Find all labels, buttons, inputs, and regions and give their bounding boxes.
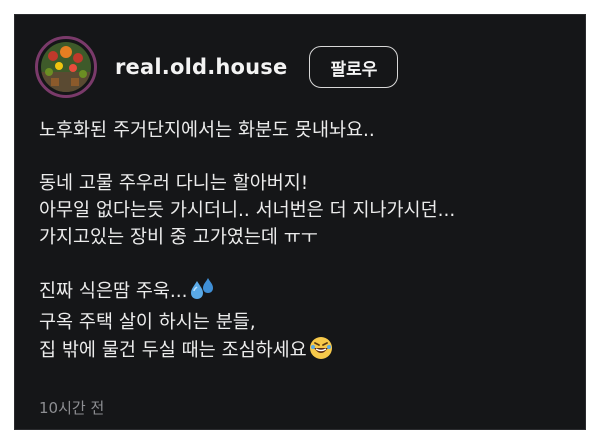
post-card: real.old.house 팔로우 노후화된 주거단지에서는 화분도 못내놔요… (14, 14, 586, 430)
username[interactable]: real.old.house (115, 55, 287, 79)
post-header: real.old.house 팔로우 (35, 29, 565, 105)
caption-line: 동네 고물 주우러 다니는 할아버지! (39, 173, 309, 194)
caption-line: 진짜 식은땀 주욱... (39, 281, 188, 302)
post-timestamp: 10시간 전 (39, 399, 105, 417)
avatar-image (41, 42, 91, 92)
rolling-laughing-face-icon (309, 336, 333, 368)
follow-button[interactable]: 팔로우 (309, 46, 399, 88)
caption-line: 노후화된 주거단지에서는 화분도 못내놔요.. (39, 120, 375, 141)
caption-line: 가지고있는 장비 중 고가였는데 ㅠㅜ (39, 227, 318, 248)
caption-line: 구옥 주택 살이 하시는 분들, (39, 312, 256, 333)
sweat-droplets-icon (190, 277, 216, 309)
avatar[interactable] (35, 36, 97, 98)
caption-line-with-emoji: 진짜 식은땀 주욱... (39, 277, 579, 309)
post-caption: 노후화된 주거단지에서는 화분도 못내놔요.. 동네 고물 주우러 다니는 할아… (39, 117, 579, 368)
caption-line: 집 밖에 물건 두실 때는 조심하세요 (39, 340, 307, 361)
caption-line: 아무일 없다는듯 가시더니.. 서너번은 더 지나가시던... (39, 200, 456, 221)
caption-line-with-emoji: 집 밖에 물건 두실 때는 조심하세요 (39, 336, 579, 368)
